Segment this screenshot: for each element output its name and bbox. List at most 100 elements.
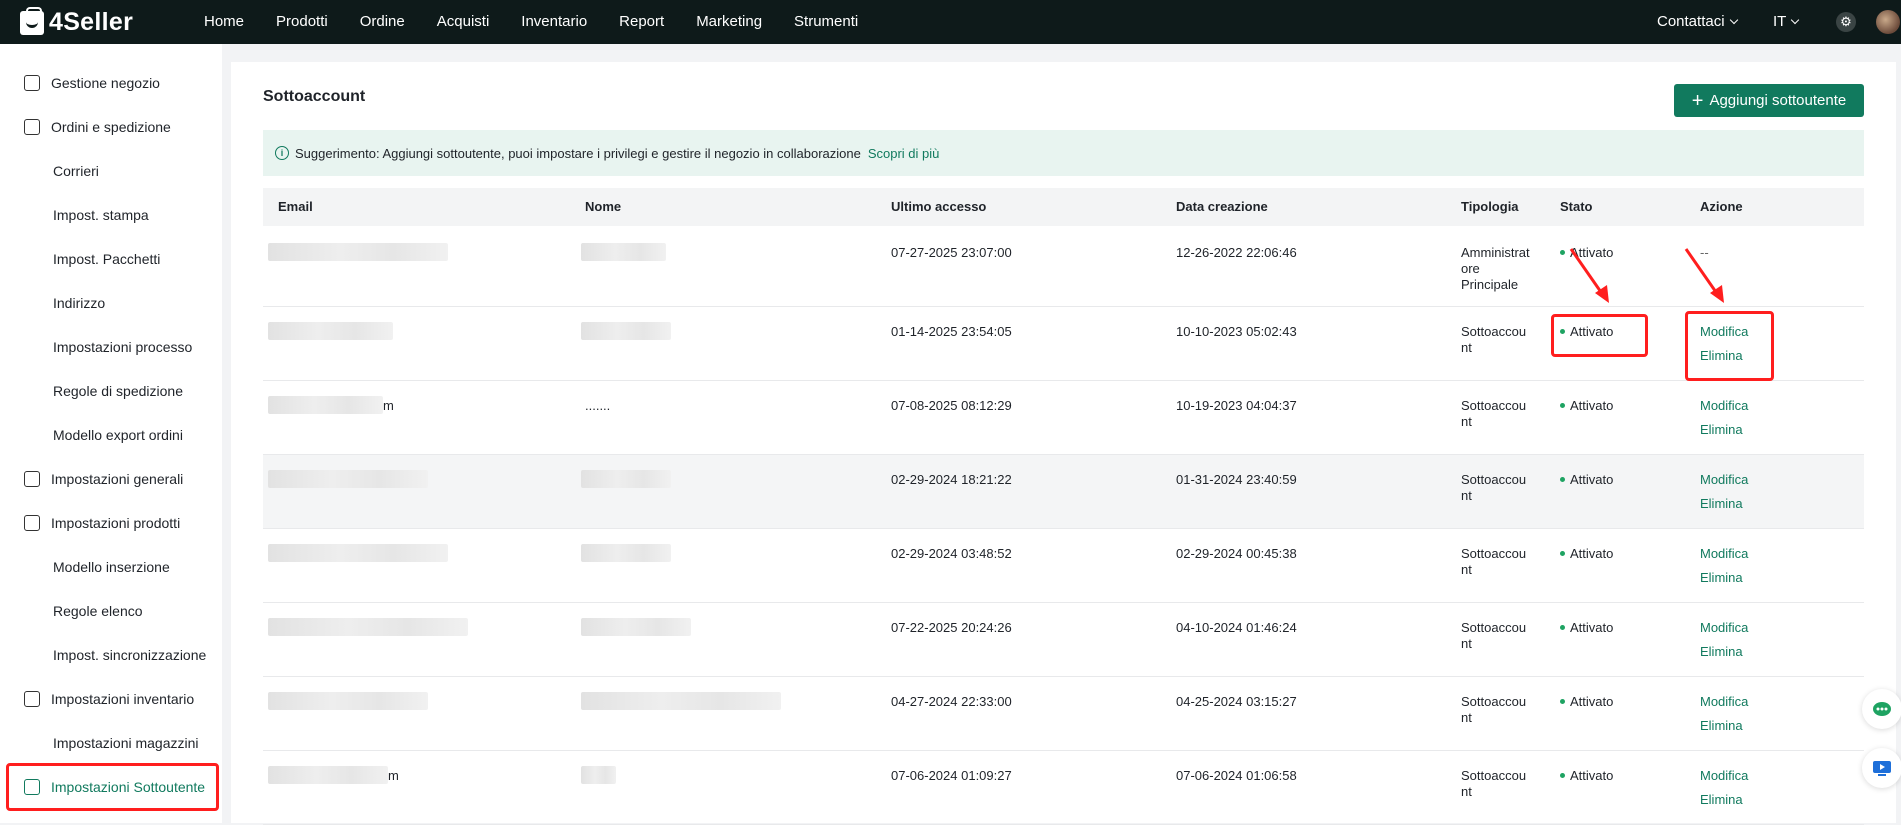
status-label: Attivato (1570, 398, 1614, 413)
sidebar-item[interactable]: Regole di spedizione (0, 371, 222, 411)
sidebar-item[interactable]: Impostazioni magazzini (0, 723, 222, 763)
delete-link[interactable]: Elimina (1700, 718, 1748, 734)
status-dot-icon (1560, 625, 1565, 631)
nav-acquisti[interactable]: Acquisti (437, 0, 490, 44)
sidebar-item-label: Regole di spedizione (53, 383, 183, 399)
redacted-email (268, 396, 383, 414)
sidebar-item-label: Impost. stampa (53, 207, 149, 223)
redacted-name (581, 692, 781, 710)
sidebar-item[interactable]: Impost. stampa (0, 195, 222, 235)
cell-type: Sottoaccou nt (1461, 472, 1527, 503)
cell-type: Sottoaccou nt (1461, 324, 1527, 355)
table-row: 04-27-2024 22:33:00 04-25-2024 03:15:27 So… (263, 677, 1864, 751)
cell-created: 10-10-2023 05:02:43 (1176, 324, 1297, 339)
delete-link[interactable]: Elimina (1700, 422, 1748, 438)
sidebar-item[interactable]: Ordini e spedizione (0, 107, 222, 147)
col-data-creazione: Data creazione (1176, 199, 1268, 214)
nav-inventario[interactable]: Inventario (521, 0, 587, 44)
cell-created: 12-26-2022 22:06:46 (1176, 245, 1297, 260)
video-tutorial-icon[interactable] (1862, 748, 1901, 788)
nav-ordine[interactable]: Ordine (360, 0, 405, 44)
cell-created: 04-25-2024 03:15:27 (1176, 694, 1297, 709)
sidebar-item[interactable]: Impostazioni inventario (0, 679, 222, 719)
nav-prodotti[interactable]: Prodotti (276, 0, 328, 44)
table-row: 07-27-2025 23:07:00 12-26-2022 22:06:46 Am… (263, 226, 1864, 307)
sidebar-item-label: Impostazioni magazzini (53, 735, 199, 751)
plus-icon: + (1691, 89, 1704, 112)
sidebar-item-label: Regole elenco (53, 603, 143, 619)
cell-email: m (388, 768, 399, 783)
sidebar-item[interactable]: Impostazioni generali (0, 459, 222, 499)
nav-home[interactable]: Home (204, 0, 244, 44)
chat-support-icon[interactable] (1862, 689, 1901, 729)
actions-cell: Modifica Elimina (1700, 620, 1748, 660)
actions-cell: Modifica Elimina (1700, 472, 1748, 512)
nav-strumenti[interactable]: Strumenti (794, 0, 858, 44)
redacted-email (268, 322, 393, 340)
tip-banner: i Suggerimento: Aggiungi sottoutente, pu… (263, 130, 1864, 176)
sidebar-item[interactable]: Modello export ordini (0, 415, 222, 455)
sidebar-item-label: Modello export ordini (53, 427, 183, 443)
sidebar-item-label: Impost. sincronizzazione (53, 647, 207, 663)
delete-link[interactable]: Elimina (1700, 644, 1748, 660)
sidebar-item[interactable]: Regole elenco (0, 591, 222, 631)
cell-type: Sottoaccou nt (1461, 546, 1527, 577)
status-cell: Attivato (1560, 768, 1613, 784)
nav-marketing[interactable]: Marketing (696, 0, 762, 44)
sidebar-item-label: Impostazioni generali (51, 471, 184, 487)
app-logo[interactable]: 4Seller (20, 6, 133, 37)
add-subuser-label: Aggiungi sottoutente (1709, 92, 1847, 109)
sidebar-item[interactable]: Impost. Pacchetti (0, 239, 222, 279)
delete-link[interactable]: Elimina (1700, 496, 1748, 512)
edit-link[interactable]: Modifica (1700, 546, 1748, 562)
actions-cell: Modifica Elimina (1700, 546, 1748, 586)
sidebar-item-label: Impostazioni processo (53, 339, 193, 355)
edit-link[interactable]: Modifica (1700, 768, 1748, 784)
sidebar-item[interactable]: Impost. sincronizzazione (0, 635, 222, 675)
contact-dropdown[interactable]: Contattaci (1657, 0, 1738, 44)
language-dropdown[interactable]: IT (1773, 0, 1800, 44)
sidebar-item[interactable]: Impostazioni prodotti (0, 503, 222, 543)
actions-cell: Modifica Elimina (1700, 768, 1748, 808)
printer-icon (24, 471, 40, 487)
chevron-down-icon (1729, 15, 1738, 25)
logo-bag-icon (20, 6, 44, 35)
sidebar-item-label: Impostazioni prodotti (51, 515, 181, 531)
add-subuser-button[interactable]: + Aggiungi sottoutente (1674, 84, 1864, 117)
redacted-email (268, 692, 428, 710)
highlight-box-status (1551, 314, 1648, 357)
cell-last-access: 02-29-2024 18:21:22 (891, 472, 1012, 487)
sidebar-item[interactable]: Modello inserzione (0, 547, 222, 587)
cell-created: 10-19-2023 04:04:37 (1176, 398, 1297, 413)
edit-link[interactable]: Modifica (1700, 694, 1748, 710)
learn-more-link[interactable]: Scopri di più (868, 146, 940, 161)
table-header: Email Nome Ultimo accesso Data creazione… (263, 188, 1864, 226)
edit-link[interactable]: Modifica (1700, 472, 1748, 488)
redacted-name (581, 470, 671, 488)
main-content: Sottoaccount + Aggiungi sottoutente i Sug… (231, 62, 1896, 825)
redacted-name (581, 322, 671, 340)
chevron-down-icon (1791, 15, 1800, 25)
nav-report[interactable]: Report (619, 0, 664, 44)
user-avatar[interactable] (1876, 10, 1900, 34)
redacted-email (268, 470, 428, 488)
col-azione: Azione (1700, 199, 1743, 214)
edit-link[interactable]: Modifica (1700, 398, 1748, 414)
delete-link[interactable]: Elimina (1700, 570, 1748, 586)
subaccount-table: Email Nome Ultimo accesso Data creazione… (263, 188, 1864, 825)
sidebar-item[interactable]: Corrieri (0, 151, 222, 191)
actions-cell: Modifica Elimina (1700, 694, 1748, 734)
delete-link[interactable]: Elimina (1700, 792, 1748, 808)
table-row: 07-22-2025 20:24:26 04-10-2024 01:46:24 So… (263, 603, 1864, 677)
cell-type: Sottoaccou nt (1461, 398, 1527, 429)
cell-created: 01-31-2024 23:40:59 (1176, 472, 1297, 487)
status-label: Attivato (1570, 620, 1614, 635)
redacted-name (581, 243, 666, 261)
sidebar-item-label: Ordini e spedizione (51, 119, 171, 135)
sidebar-item[interactable]: Impostazioni processo (0, 327, 222, 367)
sidebar-item[interactable]: Gestione negozio (0, 63, 222, 103)
edit-link[interactable]: Modifica (1700, 620, 1748, 636)
cell-created: 07-06-2024 01:06:58 (1176, 768, 1297, 783)
settings-gear-icon[interactable]: ⚙ (1836, 12, 1856, 32)
sidebar-item[interactable]: Indirizzo (0, 283, 222, 323)
